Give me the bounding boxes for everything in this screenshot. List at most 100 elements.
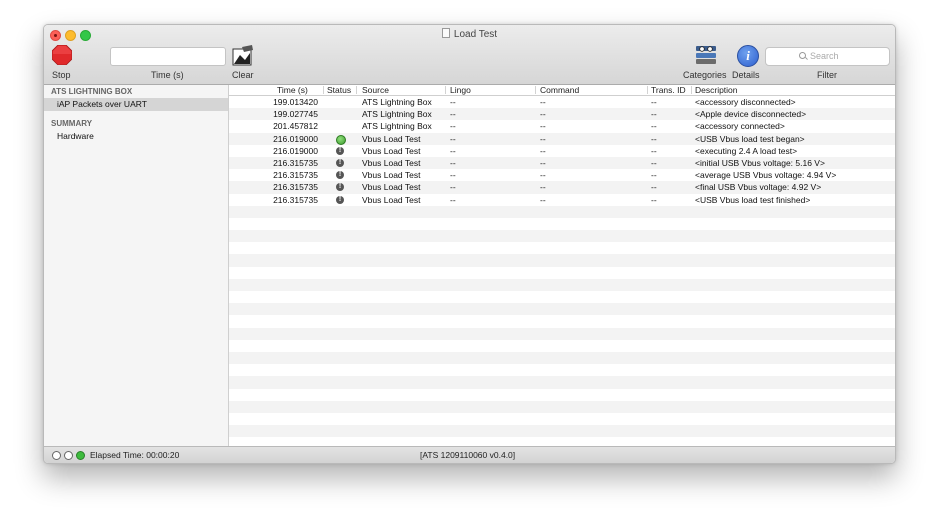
status-alert-icon: ! [336,158,344,167]
sidebar-item-iap-packets[interactable]: iAP Packets over UART [44,98,228,111]
cell-description: <USB Vbus load test finished> [695,194,811,205]
cell-time: 201.457812 [273,121,318,132]
column-divider[interactable] [323,86,324,94]
stop-button[interactable] [52,45,72,65]
cell-lingo: -- [450,157,456,168]
sidebar-section-ats: ATS LIGHTNING BOX [51,87,133,96]
column-header-time[interactable]: Time (s) [277,85,308,95]
table-row[interactable] [229,267,895,279]
table-row[interactable] [229,351,895,365]
cell-source: Vbus Load Test [362,182,421,193]
packet-table: Time (s) Status Source Lingo Command Tra… [229,85,895,447]
search-input[interactable]: Search [765,47,890,66]
table-row[interactable] [229,315,895,327]
table-row[interactable]: 216.315735 Vbus Load Test -- -- -- <final USB… [229,181,895,194]
cell-source: Vbus Load Test [362,194,421,205]
table-row[interactable] [229,254,895,267]
column-divider[interactable] [691,86,692,94]
table-header: Time (s) Status Source Lingo Command Tra… [229,85,895,96]
column-divider[interactable] [445,86,446,94]
table-row[interactable]: 199.013420 ATS Lightning Box -- -- -- <access… [229,96,895,108]
cell-trans-id: -- [651,194,657,205]
cell-description: <executing 2.4 A load test> [695,145,798,156]
table-row[interactable] [229,205,895,218]
status-alert-icon: ! [336,183,344,192]
cell-description: <accessory connected> [695,121,785,132]
cell-description: <final USB Vbus voltage: 4.92 V> [695,182,822,193]
column-divider[interactable] [535,86,536,94]
table-row[interactable] [229,230,895,243]
cell-description: <Apple device disconnected> [695,109,807,120]
column-header-trans-id[interactable]: Trans. ID [651,85,686,95]
column-divider[interactable] [647,86,648,94]
cell-command: -- [540,133,546,144]
table-body: 199.013420 ATS Lightning Box -- -- -- <access… [229,96,895,449]
column-header-lingo[interactable]: Lingo [450,85,471,95]
toolbar: Load Test Stop Time (s) Clear Categories… [44,25,895,85]
table-row[interactable] [229,218,895,230]
table-row[interactable]: 216.315735 Vbus Load Test -- -- -- <average U… [229,169,895,181]
status-alert-icon: ! [336,146,344,155]
document-icon [441,28,450,38]
cell-lingo: -- [450,182,456,193]
table-row[interactable]: 201.457812 ATS Lightning Box -- -- -- <access… [229,120,895,132]
cell-lingo: -- [450,194,456,205]
cell-source: ATS Lightning Box [362,97,432,107]
cell-command: -- [540,121,546,132]
table-row[interactable] [229,340,895,352]
status-alert-icon: ! [336,195,344,204]
cell-time: 199.027745 [273,109,318,120]
time-field[interactable] [110,47,226,66]
sidebar-item-hardware[interactable]: Hardware [57,131,94,141]
cell-description: <USB Vbus load test began> [695,133,805,144]
table-row[interactable] [229,413,895,425]
cell-command: -- [540,109,546,120]
table-row[interactable] [229,303,895,316]
column-divider[interactable] [356,86,357,94]
cell-trans-id: -- [651,121,657,132]
table-row[interactable]: 216.315735 Vbus Load Test -- -- -- <initial U… [229,156,895,170]
cell-trans-id: -- [651,145,657,156]
cell-source: Vbus Load Test [362,145,421,156]
status-indicator-connected-icon [76,451,85,460]
filter-label: Filter [817,70,837,80]
version-label: [ATS 1209110060 v0.4.0] [420,450,516,460]
details-info-icon[interactable]: i [737,45,759,67]
table-row[interactable]: 199.027745 ATS Lightning Box -- -- -- <Apple … [229,108,895,121]
cell-time: 199.013420 [273,97,318,107]
cell-time: 216.019000 [273,145,318,156]
table-row[interactable] [229,376,895,389]
table-row[interactable]: 216.315735 Vbus Load Test -- -- -- <USB Vbus … [229,194,895,206]
table-row[interactable] [229,400,895,413]
cell-command: -- [540,157,546,168]
cell-command: -- [540,182,546,193]
window-title: Load Test [453,29,498,40]
categories-icon[interactable] [695,45,717,65]
table-row[interactable] [229,278,895,291]
cell-command: -- [540,145,546,156]
cell-description: <accessory disconnected> [695,97,796,107]
cell-lingo: -- [450,109,456,120]
column-header-command[interactable]: Command [540,85,579,95]
status-ok-icon [336,134,346,145]
elapsed-time: Elapsed Time: 00:00:20 [90,450,180,460]
column-header-source[interactable]: Source [362,85,389,95]
cell-description: <average USB Vbus voltage: 4.94 V> [695,170,837,181]
table-row[interactable] [229,364,895,376]
cell-source: Vbus Load Test [362,157,421,168]
column-header-status[interactable]: Status [327,85,351,95]
cell-lingo: -- [450,170,456,181]
table-row[interactable] [229,291,895,303]
column-header-description[interactable]: Description [695,85,738,95]
table-row[interactable] [229,389,895,401]
clear-button[interactable] [232,45,254,66]
status-indicator-icon [64,451,73,460]
sidebar: ATS LIGHTNING BOX iAP Packets over UART … [44,85,229,447]
table-row[interactable] [229,327,895,340]
status-indicator-icon [52,451,61,460]
table-row[interactable] [229,425,895,438]
table-row[interactable]: 216.019000 Vbus Load Test -- -- -- <USB Vbus … [229,132,895,145]
cell-command: -- [540,170,546,181]
table-row[interactable] [229,242,895,254]
table-row[interactable]: 216.019000 Vbus Load Test -- -- -- <executing… [229,145,895,157]
